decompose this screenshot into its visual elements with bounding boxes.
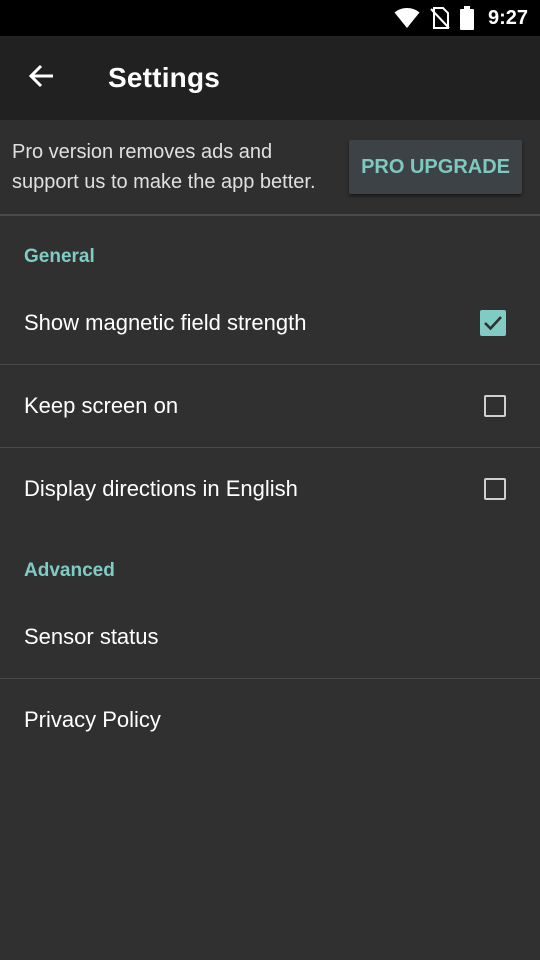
battery-icon [459,6,474,30]
back-button[interactable] [28,64,56,92]
promo-text: Pro version removes ads and support us t… [12,141,316,193]
keep-screen-on-checkbox[interactable] [484,395,506,417]
setting-label: Sensor status [24,624,159,649]
setting-label: Show magnetic field strength [24,310,307,335]
section-header-general: General [24,246,95,267]
page-title: Settings [108,62,221,93]
setting-label: Display directions in English [24,476,298,501]
setting-privacy-policy[interactable]: Privacy Policy [0,679,540,761]
promo-banner: Pro version removes ads and support us t… [0,120,540,216]
setting-show-magnetic-field-strength[interactable]: Show magnetic field strength [0,282,540,364]
status-time: 9:27 [487,6,528,29]
section-header-advanced: Advanced [24,560,115,581]
setting-keep-screen-on[interactable]: Keep screen on [0,365,540,447]
status-bar: 9:27 [0,0,540,36]
setting-sensor-status[interactable]: Sensor status [0,596,540,678]
magnetic-field-checkbox[interactable] [480,310,506,336]
app-bar: Settings [0,36,540,120]
check-icon [484,316,502,331]
directions-english-checkbox[interactable] [484,478,506,500]
setting-label: Keep screen on [24,393,179,418]
arrow-back-icon [28,64,55,93]
setting-display-directions-english[interactable]: Display directions in English [0,448,540,530]
pro-upgrade-button[interactable]: PRO UPGRADE [349,140,522,194]
wifi-icon [394,7,420,29]
no-sim-icon [430,7,450,29]
setting-label: Privacy Policy [24,707,161,732]
